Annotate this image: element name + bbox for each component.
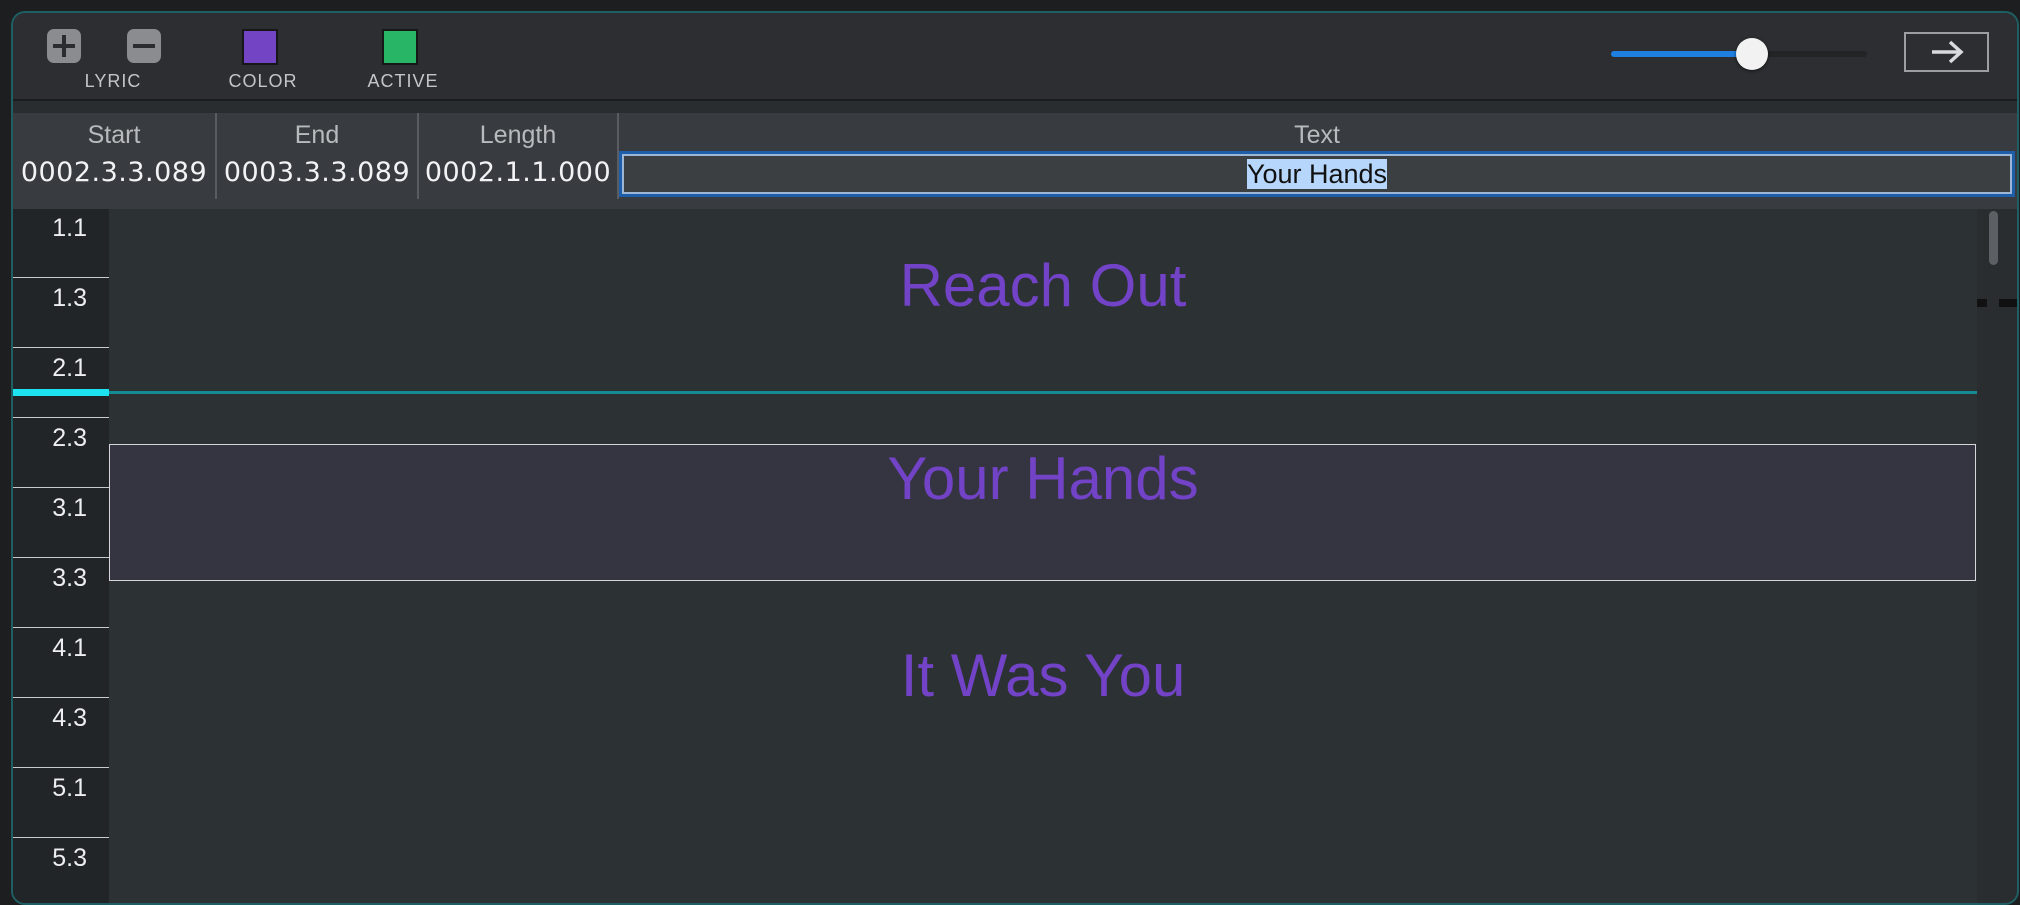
- event-header: Start 0002.3.3.089 End 0003.3.3.089 Leng…: [13, 113, 2017, 307]
- slider-knob[interactable]: [1735, 38, 1768, 70]
- ruler-tick: [13, 417, 109, 418]
- minus-icon: [133, 44, 155, 48]
- playhead-marker[interactable]: [13, 389, 109, 396]
- lyric-block-selected[interactable]: Your Hands: [109, 444, 1977, 513]
- end-column-header: End: [294, 121, 340, 149]
- ruler-label: 3.3: [52, 564, 87, 592]
- active-color-swatch[interactable]: [382, 29, 418, 65]
- end-column: End 0003.3.3.089: [217, 113, 417, 199]
- start-value[interactable]: 0002.3.3.089: [13, 157, 215, 188]
- ruler-label: 5.3: [52, 844, 87, 872]
- ruler-tick: [13, 277, 109, 278]
- timeline-ruler[interactable]: 1.1 1.3 2.1 2.3 3.1 3.3 4.1 4.3 5.1 5.3: [13, 209, 109, 903]
- ruler-label: 3.1: [52, 494, 87, 522]
- lyric-block[interactable]: Reach Out: [109, 251, 1977, 320]
- arrow-right-icon: [1932, 40, 1964, 64]
- scroll-thumb[interactable]: [1989, 211, 1998, 265]
- ruler-tick: [13, 767, 109, 768]
- playhead-line: [109, 391, 1977, 394]
- ruler-tick: [13, 347, 109, 348]
- plus-icon: [53, 35, 75, 57]
- ruler-label: 4.1: [52, 634, 87, 662]
- length-column-header: Length: [479, 121, 557, 149]
- start-column: Start 0002.3.3.089: [13, 113, 215, 199]
- ruler-label: 1.1: [52, 214, 87, 242]
- ruler-label: 2.1: [52, 354, 87, 382]
- start-column-header: Start: [87, 121, 141, 149]
- length-column: Length 0002.1.1.000: [419, 113, 617, 199]
- color-label: COLOR: [228, 71, 298, 91]
- color-swatch[interactable]: [242, 29, 278, 65]
- ruler-label: 2.3: [52, 424, 87, 452]
- lyric-text-input[interactable]: Your Hands: [622, 154, 2012, 194]
- ruler-tick: [13, 837, 109, 838]
- ruler-label: 1.3: [52, 284, 87, 312]
- lyric-label: LYRIC: [84, 71, 142, 91]
- zoom-slider[interactable]: [1599, 38, 1879, 70]
- ruler-tick: [13, 557, 109, 558]
- lyrics-editor-window: LYRIC COLOR ACTIVE Start 0002.3.3.089 En…: [11, 11, 2019, 905]
- text-column-header: Text: [1294, 121, 1340, 149]
- end-value[interactable]: 0003.3.3.089: [217, 157, 417, 188]
- ruler-tick: [13, 697, 109, 698]
- add-lyric-button[interactable]: [47, 29, 81, 63]
- length-value[interactable]: 0002.1.1.000: [419, 157, 617, 188]
- ruler-label: 4.3: [52, 704, 87, 732]
- slider-fill: [1611, 51, 1752, 57]
- vertical-scrollbar[interactable]: [1987, 209, 1999, 903]
- next-button[interactable]: [1904, 32, 1989, 72]
- ruler-tick: [13, 627, 109, 628]
- toolbar: LYRIC COLOR ACTIVE: [13, 13, 2017, 101]
- ruler-tick: [13, 487, 109, 488]
- active-label: ACTIVE: [367, 71, 439, 91]
- lyric-block[interactable]: It Was You: [109, 641, 1977, 710]
- ruler-label: 5.1: [52, 774, 87, 802]
- selected-text: Your Hands: [1246, 159, 1388, 189]
- lyric-text-field[interactable]: Your Hands: [619, 151, 2015, 197]
- remove-lyric-button[interactable]: [127, 29, 161, 63]
